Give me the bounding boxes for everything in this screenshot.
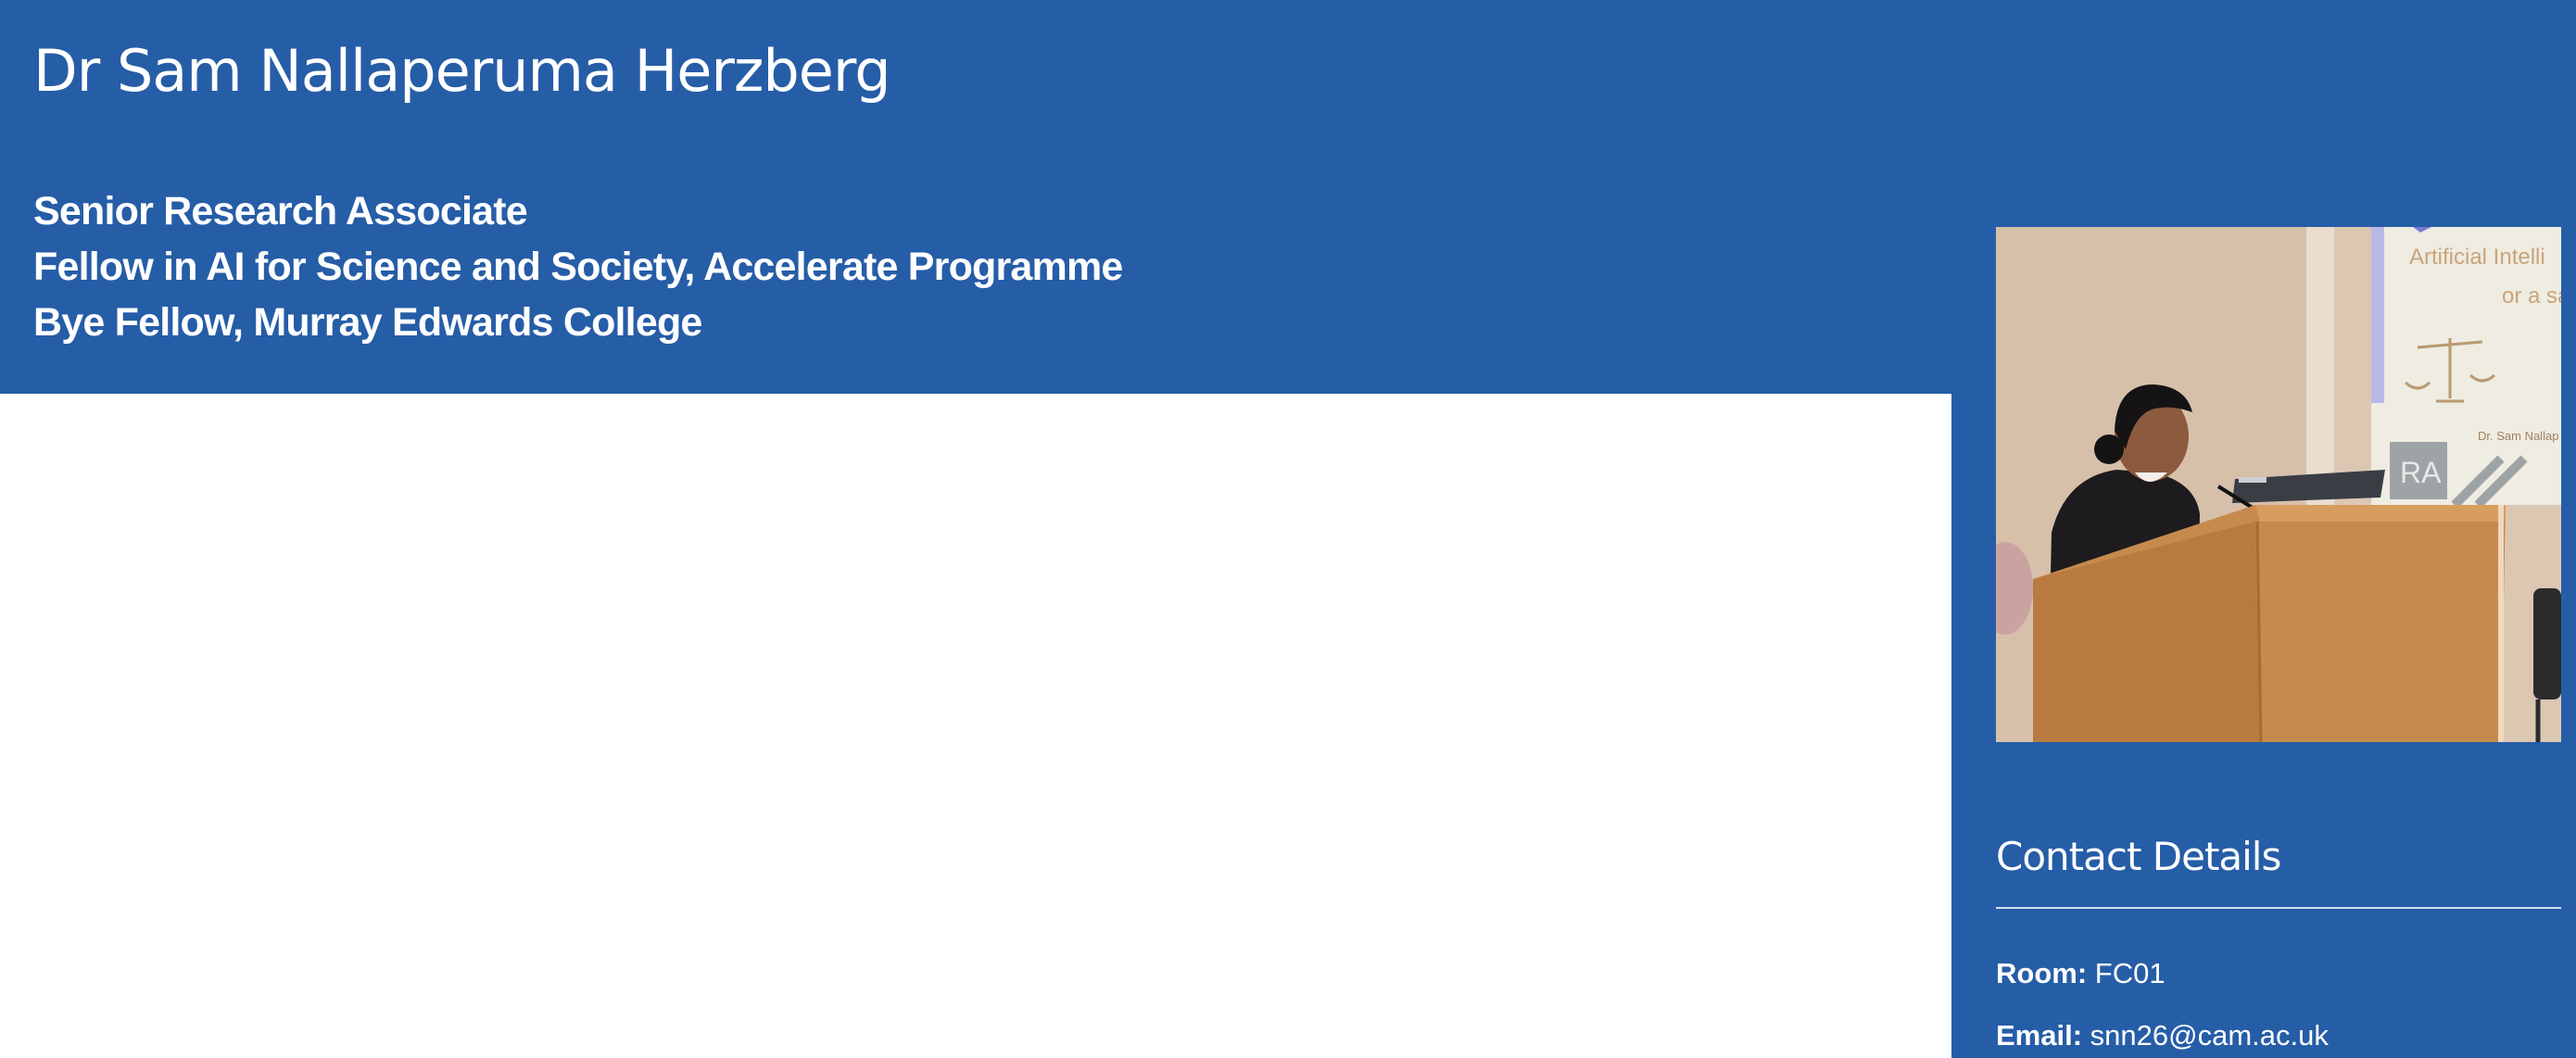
role-item: Senior Research Associate xyxy=(33,189,528,233)
room-row: Room: FC01 xyxy=(1996,957,2166,990)
slide-text: or a sa xyxy=(2502,283,2561,309)
slide-presenter: Dr. Sam Nallap xyxy=(2478,429,2558,443)
role-item: Fellow in AI for Science and Society, Ac… xyxy=(33,245,1123,289)
room-label: Room: xyxy=(1996,957,2088,989)
role-item: Bye Fellow, Murray Edwards College xyxy=(33,300,702,345)
contact-details-heading: Contact Details xyxy=(1996,834,2281,879)
profile-page: Dr Sam Nallaperuma Herzberg Senior Resea… xyxy=(0,0,2576,1058)
contact-divider xyxy=(1996,907,2561,909)
email-row: Email: snn26@cam.ac.uk xyxy=(1996,1019,2329,1052)
email-label: Email: xyxy=(1996,1019,2083,1052)
profile-name: Dr Sam Nallaperuma Herzberg xyxy=(33,37,891,105)
email-link[interactable]: snn26@cam.ac.uk xyxy=(2090,1019,2329,1052)
slide-logo: RA xyxy=(2400,456,2442,489)
room-value: FC01 xyxy=(2094,957,2166,989)
contact-sidebar: Artificial Intelli or a sa Dr. Sam Nalla… xyxy=(1951,0,2576,1058)
slide-text: Artificial Intelli xyxy=(2409,245,2545,270)
profile-photo: Artificial Intelli or a sa Dr. Sam Nalla… xyxy=(1996,227,2561,742)
roles-list: Senior Research Associate Fellow in AI f… xyxy=(33,183,1123,350)
